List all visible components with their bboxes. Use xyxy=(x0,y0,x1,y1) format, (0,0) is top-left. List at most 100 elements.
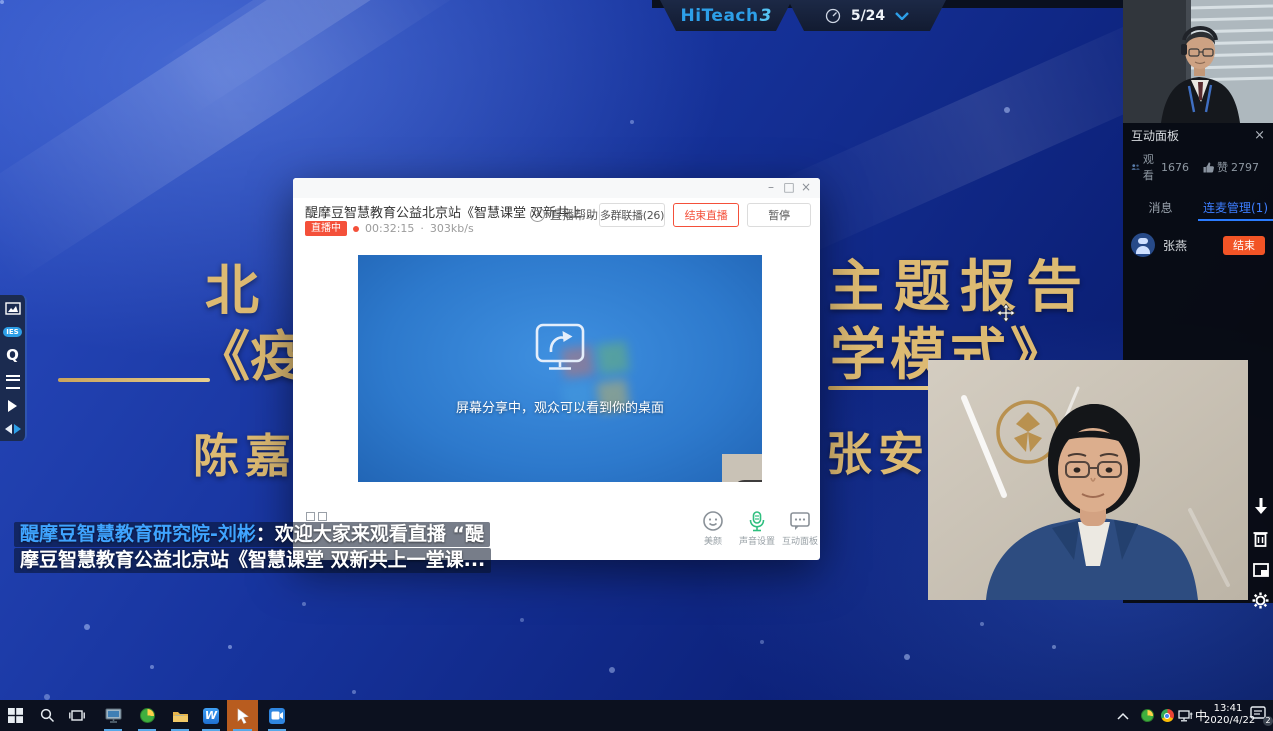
right-tool-strip xyxy=(1248,497,1273,609)
taskbar-clock[interactable]: 13:41 2020/4/22 xyxy=(1204,703,1252,727)
bitrate: 303kb/s xyxy=(430,222,474,235)
panel-tabs: 消息 连麦管理(1) xyxy=(1123,195,1273,221)
page-navigator-tab[interactable]: 5/24 xyxy=(788,0,946,31)
help-icon[interactable]: ? xyxy=(530,207,545,222)
beauty-filter-button[interactable]: 美颜 xyxy=(691,510,735,547)
windows-start-icon xyxy=(8,708,23,723)
image-tool-icon[interactable] xyxy=(5,302,21,315)
maximize-icon[interactable]: □ xyxy=(782,180,796,195)
panel-stats: 观看 1676 赞 2797 xyxy=(1123,147,1273,183)
chevron-down-icon[interactable] xyxy=(895,12,909,20)
chat-message-overlay: 醍摩豆智慧教育研究院-刘彬：欢迎大家来观看直播 “醍 摩豆智慧教育公益北京站《智… xyxy=(14,522,491,574)
webcam-presenter-female[interactable] xyxy=(928,360,1248,600)
female-presenter-video xyxy=(928,360,1248,600)
windows-taskbar: W xyxy=(0,700,1273,731)
clock-time: 13:41 xyxy=(1204,703,1252,715)
page-indicator[interactable]: 5/24 xyxy=(851,8,885,24)
chat-message-part2: 摩豆智慧教育公益北京站《智慧课堂 双新共上一堂课... xyxy=(20,549,485,571)
chevron-up-icon xyxy=(1117,712,1129,720)
slide-text-left-2: 《疫 xyxy=(196,312,304,391)
mic-member-row: 张燕 结束 xyxy=(1123,221,1273,269)
taskbar-app-stream[interactable] xyxy=(262,700,292,731)
camera-app-icon xyxy=(269,708,285,724)
chat-line-2: 摩豆智慧教育公益北京站《智慧课堂 双新共上一堂课... xyxy=(14,548,491,573)
window-titlebar[interactable]: – □ × xyxy=(293,178,820,198)
task-view-button[interactable] xyxy=(62,700,92,731)
hiteach-side-toolbar: IES Q xyxy=(0,295,27,441)
close-icon[interactable]: × xyxy=(1254,128,1265,143)
end-mic-button[interactable]: 结束 xyxy=(1223,236,1265,255)
clock-date: 2020/4/22 xyxy=(1204,715,1252,727)
microphone-icon xyxy=(746,510,768,532)
screen-share-icon xyxy=(532,319,588,375)
wps-icon: W xyxy=(203,708,219,724)
ies-cloud-icon[interactable]: IES xyxy=(3,327,21,337)
mic-link-mini-video[interactable]: 切换连麦窗口为大屏 收起小窗 xyxy=(722,454,762,482)
avatar xyxy=(1131,233,1155,257)
multicast-button[interactable]: 多群联播(26) xyxy=(599,203,665,227)
chat-message-part1: ：欢迎大家来观看直播 “醍 xyxy=(256,523,484,545)
end-live-button[interactable]: 结束直播 xyxy=(673,203,739,227)
screen: 北 主题报告 《疫 学模式》 陈嘉熙 张安琪 HiTeach3 5/24 IES… xyxy=(0,0,1273,731)
tab-mic-manage[interactable]: 连麦管理(1) xyxy=(1198,195,1273,221)
viewers-icon xyxy=(1131,162,1140,172)
viewers-stat: 观看 1676 xyxy=(1131,151,1189,183)
slide-divider-right xyxy=(828,386,944,390)
timer-icon[interactable] xyxy=(825,8,841,24)
page-arrows-icon[interactable] xyxy=(5,424,21,434)
search-icon xyxy=(40,708,55,723)
viewers-count: 1676 xyxy=(1161,161,1189,174)
female-mini-video xyxy=(722,454,762,482)
taskbar-app-pc-manager[interactable] xyxy=(98,700,128,731)
hiteach-logo: HiTeach3 xyxy=(681,6,772,26)
separator-dot: · xyxy=(420,222,424,235)
taskbar-app-folder[interactable] xyxy=(165,700,195,731)
taskbar-app-wps[interactable]: W xyxy=(196,700,226,731)
cursor-arrow-icon xyxy=(235,708,250,724)
taskbar-app-green[interactable] xyxy=(132,700,162,731)
play-icon[interactable] xyxy=(8,400,17,412)
search-button[interactable] xyxy=(32,700,62,731)
webcam-presenter-male[interactable] xyxy=(1123,0,1273,123)
move-cursor-icon xyxy=(996,303,1016,323)
panel-title: 互动面板 xyxy=(1131,127,1254,144)
sound-settings-button[interactable]: 声音设置 xyxy=(735,510,779,547)
screen-share-preview: 屏幕分享中，观众可以看到你的桌面 xyxy=(358,255,762,482)
pause-button[interactable]: 暂停 xyxy=(747,203,811,227)
download-arrow-icon[interactable] xyxy=(1253,497,1269,515)
hiteach-logo-tab: HiTeach3 xyxy=(660,0,792,31)
elapsed-time: 00:32:15 xyxy=(365,222,414,235)
live-badge: 直播中 xyxy=(305,221,347,236)
menu-icon[interactable] xyxy=(6,375,20,389)
thumbs-up-icon xyxy=(1203,162,1214,173)
notification-badge: 2 xyxy=(1263,716,1273,726)
tab-messages[interactable]: 消息 xyxy=(1123,195,1198,221)
trash-icon[interactable] xyxy=(1253,530,1268,547)
taskbar-app-hiteach-active[interactable] xyxy=(227,700,258,731)
panel-header: 互动面板 × xyxy=(1123,123,1273,147)
minimize-icon[interactable]: – xyxy=(764,180,778,195)
streaming-app-window: – □ × 醍摩豆智慧教育公益北京站《智慧课堂 双新共上... 直播中 00:3… xyxy=(293,178,820,560)
likes-stat: 赞 2797 xyxy=(1203,159,1259,175)
live-help-link[interactable]: ? 直播帮助 xyxy=(530,206,598,223)
interactive-panel-button[interactable]: 互动面板 xyxy=(780,510,820,547)
question-tool-icon[interactable]: Q xyxy=(6,348,19,363)
settings-gear-icon[interactable] xyxy=(1252,592,1269,609)
close-icon[interactable]: × xyxy=(799,180,813,195)
layout-grid-icon[interactable] xyxy=(306,512,327,521)
notification-center-button[interactable]: 2 xyxy=(1250,706,1270,724)
folder-icon xyxy=(172,709,189,723)
screen-switch-icon[interactable] xyxy=(1253,563,1269,577)
slide-divider-left xyxy=(58,378,210,382)
recording-dot-icon xyxy=(353,226,359,232)
task-view-icon xyxy=(69,709,85,722)
screen-share-message: 屏幕分享中，观众可以看到你的桌面 xyxy=(358,397,762,416)
green-app-icon xyxy=(140,708,155,723)
computer-icon xyxy=(105,708,122,723)
start-button[interactable] xyxy=(0,700,30,731)
live-status-row: 直播中 00:32:15 · 303kb/s xyxy=(305,221,474,236)
chat-sender: 醍摩豆智慧教育研究院-刘彬 xyxy=(20,523,256,545)
windows-logo-green xyxy=(596,341,630,375)
chat-line-1: 醍摩豆智慧教育研究院-刘彬：欢迎大家来观看直播 “醍 xyxy=(14,522,490,547)
member-name: 张燕 xyxy=(1163,237,1215,254)
